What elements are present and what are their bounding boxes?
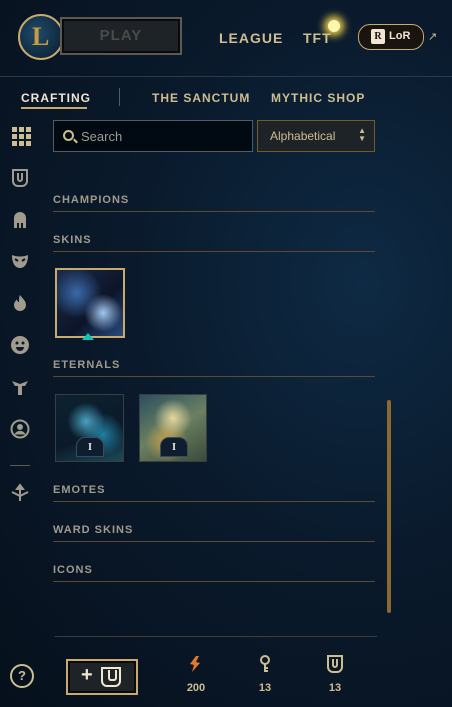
blue-essence-counter: 200 <box>176 654 216 694</box>
plus-icon: + <box>81 664 93 686</box>
section-divider <box>53 211 375 212</box>
lor-logo-icon: R <box>371 29 385 44</box>
section-eternals[interactable]: ETERNALS <box>53 359 375 377</box>
section-divider <box>53 501 375 502</box>
footer-divider <box>55 636 377 637</box>
smiley-emote-icon[interactable] <box>10 335 30 355</box>
skin-rarity-indicator-icon <box>82 333 94 340</box>
nav-tft[interactable]: TFT <box>303 30 332 46</box>
section-champions[interactable]: CHAMPIONS <box>53 194 375 212</box>
section-title: CHAMPIONS <box>53 194 130 206</box>
section-divider <box>53 541 375 542</box>
profile-icon[interactable] <box>10 419 30 439</box>
section-divider <box>53 581 375 582</box>
section-title: EMOTES <box>53 484 106 496</box>
lor-button[interactable]: R LoR <box>358 24 424 50</box>
play-button[interactable]: PLAY <box>60 17 182 55</box>
search-box[interactable] <box>53 120 253 152</box>
section-title: ETERNALS <box>53 359 121 371</box>
top-bar: L PLAY LEAGUE TFT R LoR ↗ <box>0 0 452 76</box>
loot-arrow-icon[interactable] <box>10 483 30 503</box>
eternal-tile[interactable]: I <box>55 394 124 462</box>
scrollbar-thumb[interactable] <box>387 400 391 613</box>
chest-icon[interactable] <box>10 168 30 188</box>
section-icons[interactable]: ICONS <box>53 564 375 582</box>
skin-mask-icon[interactable] <box>10 251 30 271</box>
subnav-divider <box>119 88 120 106</box>
blue-essence-icon <box>176 654 216 676</box>
sidebar-divider <box>10 465 30 466</box>
search-input[interactable] <box>81 127 241 145</box>
section-divider <box>53 376 375 377</box>
help-button[interactable]: ? <box>10 664 34 688</box>
notification-glow-icon <box>328 20 340 32</box>
sort-value: Alphabetical <box>270 129 336 143</box>
section-title: ICONS <box>53 564 93 576</box>
top-divider <box>0 76 452 77</box>
key-counter: 13 <box>245 654 285 694</box>
search-icon <box>63 130 74 141</box>
section-skins[interactable]: SKINS <box>53 234 375 252</box>
section-title: SKINS <box>53 234 92 246</box>
ward-icon[interactable] <box>10 377 30 397</box>
section-title: WARD SKINS <box>53 524 134 536</box>
chest-icon <box>101 667 121 687</box>
league-logo-icon[interactable]: L <box>18 14 64 60</box>
tab-mythic-shop[interactable]: MYTHIC SHOP <box>271 91 365 105</box>
key-icon <box>245 654 285 676</box>
section-divider <box>53 251 375 252</box>
active-tab-underline <box>21 107 87 109</box>
tab-the-sanctum[interactable]: THE SANCTUM <box>152 91 250 105</box>
logo-letter: L <box>32 22 50 51</box>
lor-label: LoR <box>389 30 411 42</box>
eternal-tile[interactable]: I <box>139 394 207 462</box>
key-value: 13 <box>258 682 272 694</box>
nav-league[interactable]: LEAGUE <box>219 30 283 46</box>
section-ward-skins[interactable]: WARD SKINS <box>53 524 375 542</box>
chest-counter: 13 <box>315 654 355 694</box>
add-chest-button[interactable]: + <box>66 659 138 695</box>
skin-splash-art <box>57 270 123 336</box>
flame-emote-icon[interactable] <box>10 293 30 313</box>
skin-shard-tile[interactable] <box>55 268 125 338</box>
eternal-level-badge: I <box>160 437 188 457</box>
grid-icon[interactable] <box>10 125 31 146</box>
sort-dropdown[interactable]: Alphabetical ▲ ▼ <box>257 120 375 152</box>
tab-crafting[interactable]: CRAFTING <box>21 91 91 105</box>
sort-chevron-icon: ▲ ▼ <box>358 126 366 143</box>
chest-icon <box>315 654 355 676</box>
champion-helmet-icon[interactable] <box>10 210 30 230</box>
chest-value: 13 <box>328 682 342 694</box>
blue-essence-value: 200 <box>186 682 206 694</box>
external-link-icon[interactable]: ↗ <box>428 30 437 43</box>
eternal-level-badge: I <box>76 437 104 457</box>
section-emotes[interactable]: EMOTES <box>53 484 375 502</box>
